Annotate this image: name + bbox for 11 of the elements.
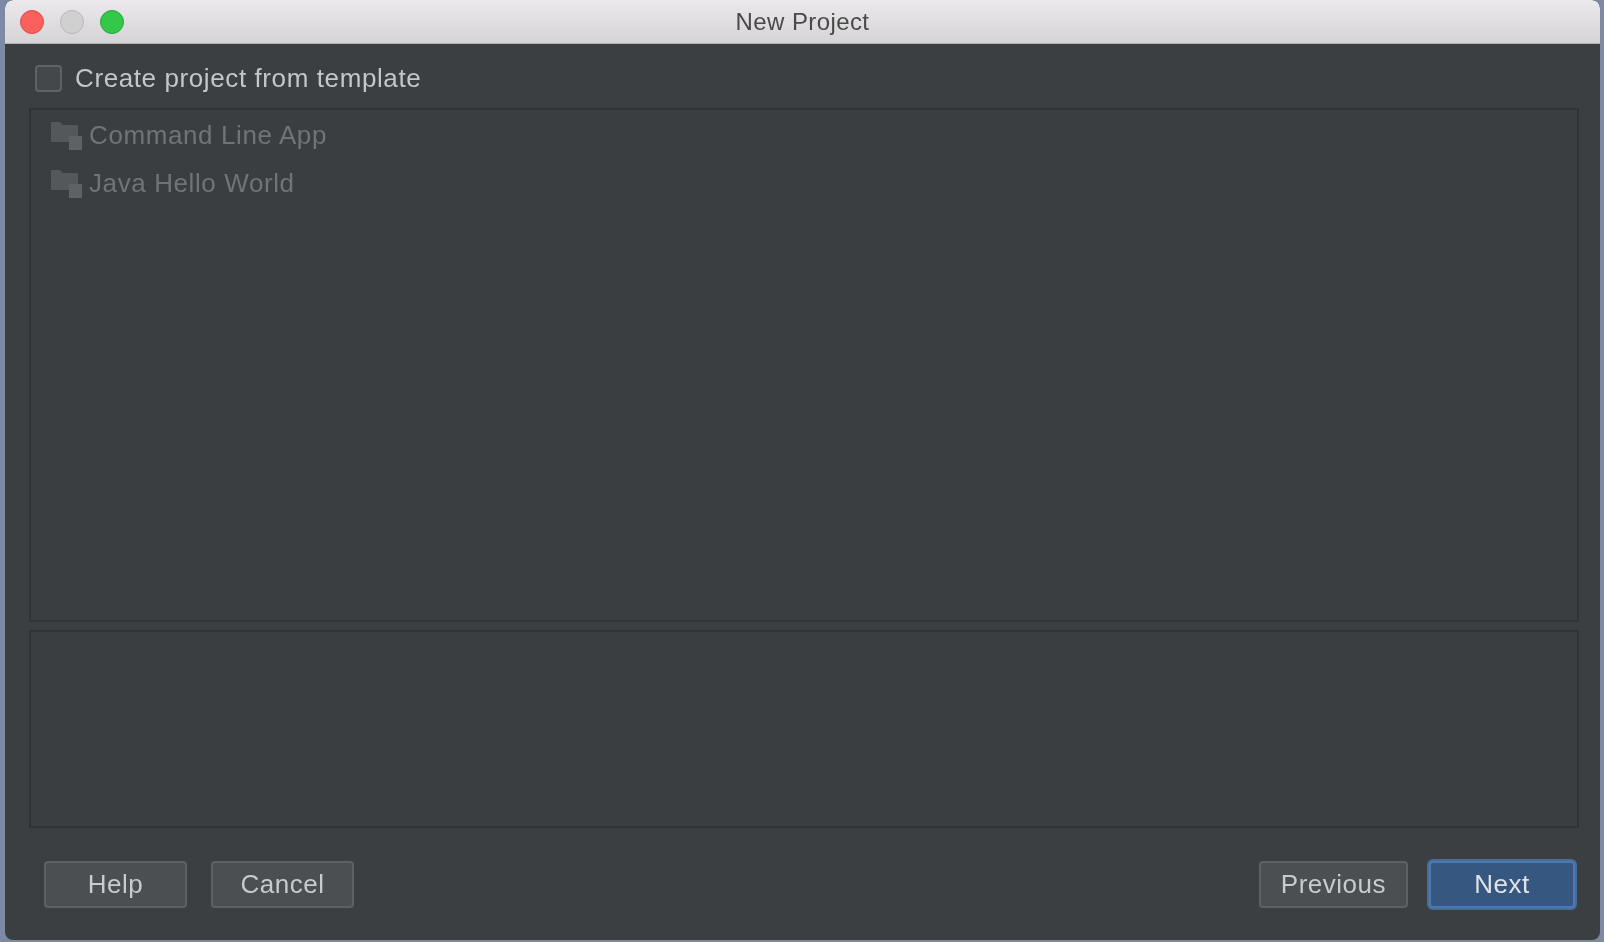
checkbox[interactable] bbox=[35, 64, 62, 92]
dialog-button[interactable]: Previous bbox=[1258, 861, 1408, 908]
folder-icon bbox=[51, 168, 82, 198]
close-icon[interactable] bbox=[20, 9, 44, 34]
dialog-button[interactable]: Help bbox=[44, 861, 187, 908]
folder-icon bbox=[51, 120, 82, 150]
checkbox-label[interactable]: Create project from template bbox=[75, 62, 422, 94]
dialog-button[interactable]: Cancel bbox=[211, 861, 354, 908]
window-title: New Project bbox=[735, 7, 870, 36]
zoom-icon[interactable] bbox=[100, 9, 124, 34]
default-button[interactable]: Next bbox=[1429, 861, 1575, 908]
